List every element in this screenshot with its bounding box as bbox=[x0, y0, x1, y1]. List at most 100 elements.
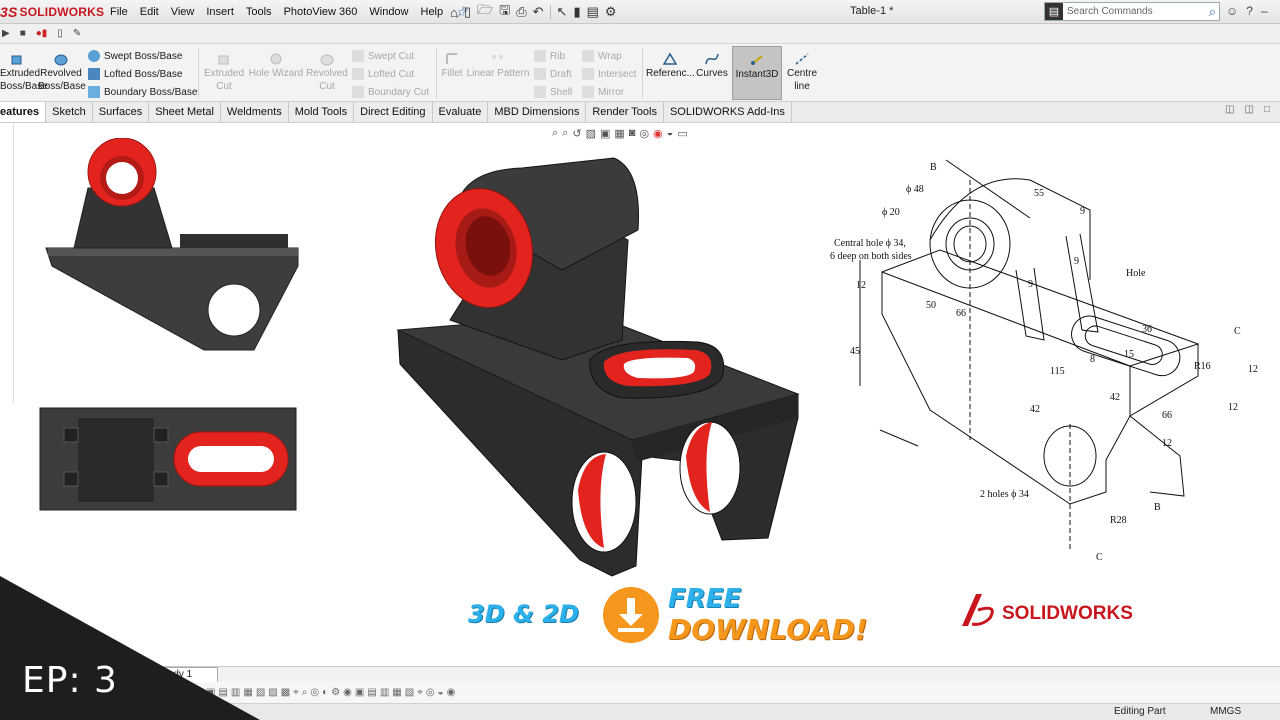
zoom-area-icon[interactable]: ⌕ bbox=[562, 127, 568, 140]
intersect-button[interactable]: Intersect bbox=[582, 66, 636, 82]
tile-right-icon[interactable]: ◫ bbox=[1245, 104, 1254, 115]
select-arrow-icon[interactable]: ↖ bbox=[557, 4, 568, 20]
menu-insert[interactable]: Insert bbox=[200, 6, 240, 18]
save-icon[interactable]: 🖫︎ bbox=[499, 1, 510, 23]
sim-tool-icon[interactable]: ▧ bbox=[405, 687, 414, 698]
sim-tool-icon[interactable]: ⌖ bbox=[293, 687, 299, 698]
sim-tool-icon[interactable]: ▤ bbox=[367, 687, 376, 698]
previous-view-icon[interactable]: ↺ bbox=[572, 127, 581, 140]
help-icon[interactable]: ? bbox=[1246, 4, 1253, 18]
tab-sheet-metal[interactable]: Sheet Metal bbox=[149, 102, 221, 122]
tab-surfaces[interactable]: Surfaces bbox=[93, 102, 150, 122]
revolved-boss-button[interactable]: Revolved Boss/Base bbox=[38, 52, 86, 93]
curves-button[interactable]: Curves bbox=[694, 52, 730, 80]
search-scope-icon[interactable]: ▤ bbox=[1045, 3, 1063, 20]
instant3d-icon bbox=[751, 55, 763, 65]
lofted-boss-button[interactable]: Lofted Boss/Base bbox=[88, 66, 182, 82]
minimize-icon[interactable]: – bbox=[1261, 4, 1268, 18]
sim-tool-icon[interactable]: ◎ bbox=[310, 687, 319, 698]
menu-view[interactable]: View bbox=[165, 6, 201, 18]
tab-mbd-dimensions[interactable]: MBD Dimensions bbox=[488, 102, 587, 122]
hide-show-icon[interactable]: ◎ bbox=[639, 127, 649, 140]
centre-line-button[interactable]: Centre line bbox=[786, 52, 818, 93]
feature-tree-collapsed[interactable] bbox=[0, 123, 14, 403]
instant3d-button[interactable]: Instant3D bbox=[732, 46, 782, 100]
lofted-cut-button[interactable]: Lofted Cut bbox=[352, 66, 414, 82]
tab-features[interactable]: eatures bbox=[0, 102, 47, 122]
sim-tool-icon[interactable]: ▣ bbox=[355, 687, 364, 698]
print-icon[interactable]: ⎙ bbox=[516, 4, 526, 20]
tab-sketch[interactable]: Sketch bbox=[46, 102, 93, 122]
sim-tool-icon[interactable]: ⌕ bbox=[302, 687, 308, 698]
extruded-boss-button[interactable]: Extruded Boss/Base bbox=[0, 52, 48, 93]
menu-help[interactable]: Help bbox=[415, 6, 450, 18]
tab-weldments[interactable]: Weldments bbox=[221, 102, 289, 122]
section-view-icon[interactable]: ▧ bbox=[586, 127, 596, 140]
record-icon[interactable]: ●▮ bbox=[36, 28, 48, 39]
hole-wizard-button[interactable]: Hole Wizard bbox=[248, 52, 304, 80]
new-document-icon[interactable]: ▯ bbox=[464, 4, 471, 20]
tab-evaluate[interactable]: Evaluate bbox=[433, 102, 489, 122]
zoom-to-fit-icon[interactable]: ⌕ bbox=[552, 127, 558, 140]
swept-cut-button[interactable]: Swept Cut bbox=[352, 48, 414, 64]
sim-tool-icon[interactable]: ◒ bbox=[438, 687, 444, 698]
options-gear-icon[interactable]: ⚙ bbox=[605, 4, 617, 20]
macro-new-icon[interactable]: ▯ bbox=[57, 28, 63, 39]
dynamic-annotation-icon[interactable]: ▣ bbox=[600, 127, 610, 140]
swept-boss-button[interactable]: Swept Boss/Base bbox=[88, 48, 182, 64]
boundary-boss-button[interactable]: Boundary Boss/Base bbox=[88, 84, 197, 100]
file-properties-icon[interactable]: ▤ bbox=[587, 4, 599, 20]
mirror-button[interactable]: Mirror bbox=[582, 84, 624, 100]
traffic-light-icon[interactable]: ▮ bbox=[573, 4, 580, 20]
menu-photoview[interactable]: PhotoView 360 bbox=[278, 6, 364, 18]
search-commands[interactable]: ▤ Search Commands ⌕ bbox=[1044, 2, 1220, 21]
undo-icon[interactable]: ↶ bbox=[533, 4, 544, 20]
sim-tool-icon[interactable]: ▩ bbox=[281, 687, 290, 698]
boundary-cut-button[interactable]: Boundary Cut bbox=[352, 84, 429, 100]
shell-button[interactable]: Shell bbox=[534, 84, 572, 100]
fillet-button[interactable]: Fillet bbox=[438, 52, 466, 80]
open-folder-icon[interactable]: 🗁︎ bbox=[477, 1, 493, 23]
label-55: 55 bbox=[1034, 188, 1044, 199]
maximize-icon[interactable]: □ bbox=[1264, 104, 1270, 115]
menu-file[interactable]: File bbox=[104, 6, 134, 18]
menu-edit[interactable]: Edit bbox=[134, 6, 165, 18]
sim-tool-icon[interactable]: ⚙ bbox=[331, 687, 340, 698]
wrap-button[interactable]: Wrap bbox=[582, 48, 622, 64]
home-icon[interactable]: ⌂ bbox=[450, 5, 458, 20]
draft-button[interactable]: Draft bbox=[534, 66, 572, 82]
menu-window[interactable]: Window bbox=[363, 6, 414, 18]
display-style-icon[interactable]: ◙ bbox=[629, 127, 636, 140]
linear-pattern-button[interactable]: Linear Pattern bbox=[466, 52, 530, 80]
reference-geometry-button[interactable]: Referenc... bbox=[646, 52, 695, 80]
sim-tool-icon[interactable]: ▨ bbox=[268, 687, 277, 698]
user-icon[interactable]: ☺ bbox=[1226, 4, 1238, 18]
scene-icon[interactable]: ◒ bbox=[667, 127, 674, 140]
menu-tools[interactable]: Tools bbox=[240, 6, 278, 18]
appearance-icon[interactable]: ◉ bbox=[653, 127, 663, 140]
sim-tool-icon[interactable]: ◉ bbox=[447, 687, 456, 698]
search-input[interactable]: Search Commands bbox=[1063, 6, 1209, 17]
sim-tool-icon[interactable]: ⌖ bbox=[417, 687, 423, 698]
sim-tool-icon[interactable]: ◐ bbox=[322, 687, 328, 698]
tab-mold-tools[interactable]: Mold Tools bbox=[289, 102, 355, 122]
tab-render-tools[interactable]: Render Tools bbox=[586, 102, 664, 122]
sim-tool-icon[interactable]: ◉ bbox=[343, 687, 352, 698]
revolved-cut-button[interactable]: Revolved Cut bbox=[306, 52, 348, 93]
stop-icon[interactable]: ■ bbox=[20, 28, 26, 39]
play-icon[interactable]: ▶ bbox=[2, 28, 10, 39]
search-icon[interactable]: ⌕ bbox=[1209, 4, 1219, 20]
view-orientation-icon[interactable]: ▦ bbox=[614, 127, 624, 140]
curves-label: Curves bbox=[696, 68, 728, 79]
tab-direct-editing[interactable]: Direct Editing bbox=[354, 102, 433, 122]
view-settings-icon[interactable]: ▭ bbox=[677, 127, 687, 140]
tile-left-icon[interactable]: ◫ bbox=[1225, 104, 1234, 115]
rib-button[interactable]: Rib bbox=[534, 48, 565, 64]
sim-tool-icon[interactable]: ◎ bbox=[426, 687, 435, 698]
tab-solidworks-addins[interactable]: SOLIDWORKS Add-Ins bbox=[664, 102, 792, 122]
macro-edit-icon[interactable]: ✎ bbox=[73, 28, 81, 39]
status-units[interactable]: MMGS bbox=[1210, 706, 1241, 717]
sim-tool-icon[interactable]: ▦ bbox=[392, 687, 401, 698]
extruded-cut-button[interactable]: Extruded Cut bbox=[202, 52, 246, 93]
sim-tool-icon[interactable]: ▥ bbox=[380, 687, 389, 698]
